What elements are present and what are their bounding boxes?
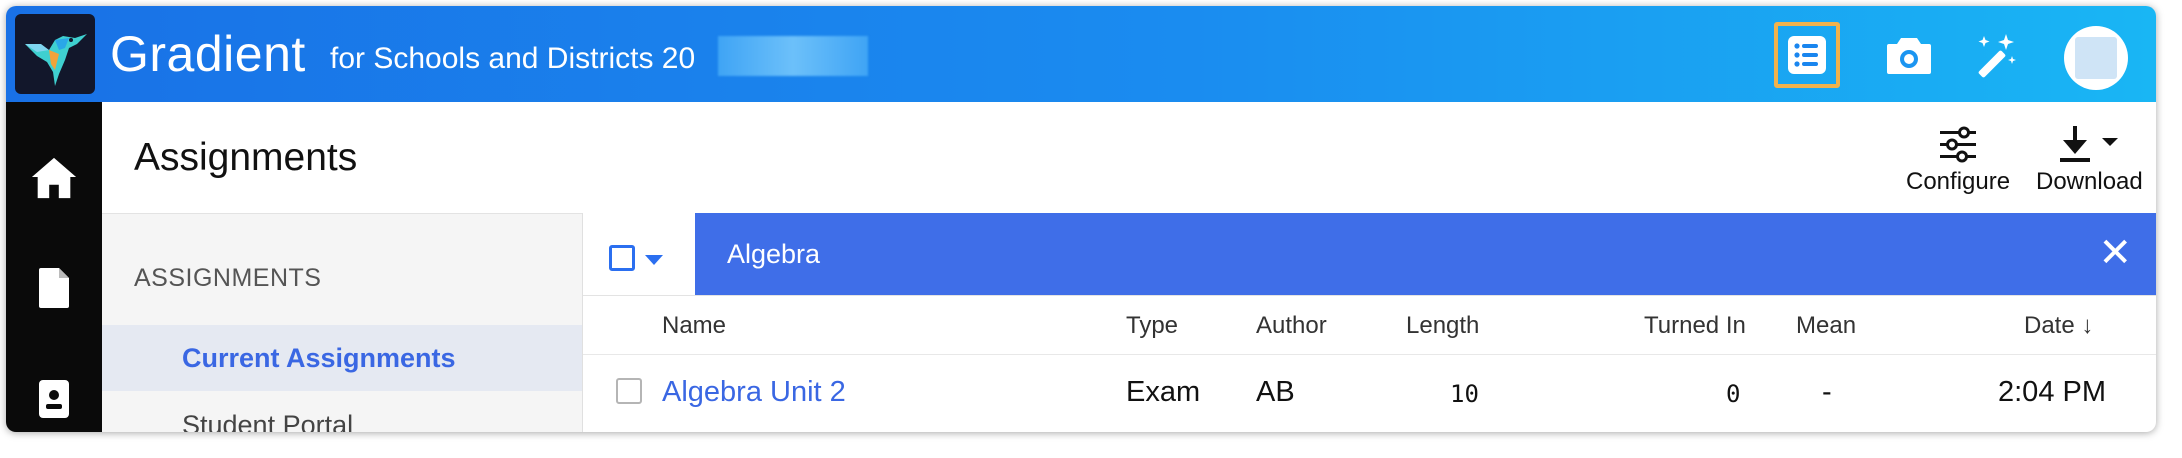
select-all-checkbox[interactable] — [609, 245, 635, 271]
app-window: Gradient for Schools and Districts 20 As… — [6, 6, 2156, 432]
column-header-author[interactable]: Author — [1256, 312, 1327, 340]
sidebar: ASSIGNMENTS Current Assignments Student … — [102, 213, 582, 432]
chevron-down-icon — [2102, 138, 2119, 146]
magic-wand-icon[interactable] — [1962, 22, 2028, 88]
close-icon[interactable]: ✕ — [2098, 231, 2132, 275]
cell-type: Exam — [1126, 376, 1201, 408]
row-divider — [583, 354, 2156, 355]
student-badge-icon[interactable] — [30, 372, 78, 424]
document-icon[interactable] — [30, 262, 78, 314]
filter-chip-label: Algebra — [727, 238, 821, 269]
filter-bar: Algebra ✕ — [583, 213, 2156, 296]
sidebar-item-student-portal[interactable]: Student Portal — [102, 392, 582, 433]
chevron-down-icon[interactable] — [645, 255, 663, 265]
row-checkbox[interactable] — [616, 378, 642, 404]
column-header-type[interactable]: Type — [1126, 312, 1178, 340]
top-bar: Gradient for Schools and Districts 20 — [6, 6, 2156, 102]
avatar[interactable] — [2064, 26, 2128, 90]
sidebar-item-label: Student Portal — [182, 409, 354, 433]
avatar-image — [2075, 37, 2117, 79]
column-header-date[interactable]: Date ↓ — [2024, 312, 2093, 340]
column-header-turned-in[interactable]: Turned In — [1644, 312, 1746, 340]
camera-icon[interactable] — [1876, 22, 1942, 88]
left-rail — [6, 102, 102, 432]
assignment-name-link[interactable]: Algebra Unit 2 — [662, 376, 846, 409]
assignments-list-icon[interactable] — [1774, 22, 1840, 88]
brand-name: Gradient — [110, 26, 306, 82]
configure-button[interactable]: Configure — [1906, 124, 2010, 196]
column-header-name[interactable]: Name — [662, 312, 726, 340]
column-header-length[interactable]: Length — [1406, 312, 1479, 340]
hummingbird-logo-icon[interactable] — [15, 14, 95, 94]
filter-chip[interactable]: Algebra ✕ — [695, 213, 2156, 295]
sidebar-item-current-assignments[interactable]: Current Assignments — [102, 325, 582, 391]
cell-author: AB — [1256, 376, 1295, 408]
download-icon — [2060, 126, 2119, 162]
brand-subtitle: for Schools and Districts 20 — [330, 42, 696, 75]
configure-label: Configure — [1906, 168, 2011, 195]
sidebar-heading: ASSIGNMENTS — [134, 264, 322, 292]
redacted-text — [718, 36, 868, 76]
cell-turned-in: 0 — [1726, 380, 1741, 408]
cell-mean: - — [1822, 376, 1832, 408]
download-button[interactable]: Download — [2036, 124, 2143, 196]
column-header-mean[interactable]: Mean — [1796, 312, 1856, 340]
cell-date: 2:04 PM — [1998, 376, 2106, 408]
sliders-icon — [1940, 126, 1977, 163]
page-title: Assignments — [134, 136, 358, 179]
home-icon[interactable] — [30, 152, 78, 204]
cell-length: 10 — [1450, 380, 1479, 408]
download-label: Download — [2036, 168, 2143, 195]
sidebar-item-label: Current Assignments — [182, 342, 456, 373]
